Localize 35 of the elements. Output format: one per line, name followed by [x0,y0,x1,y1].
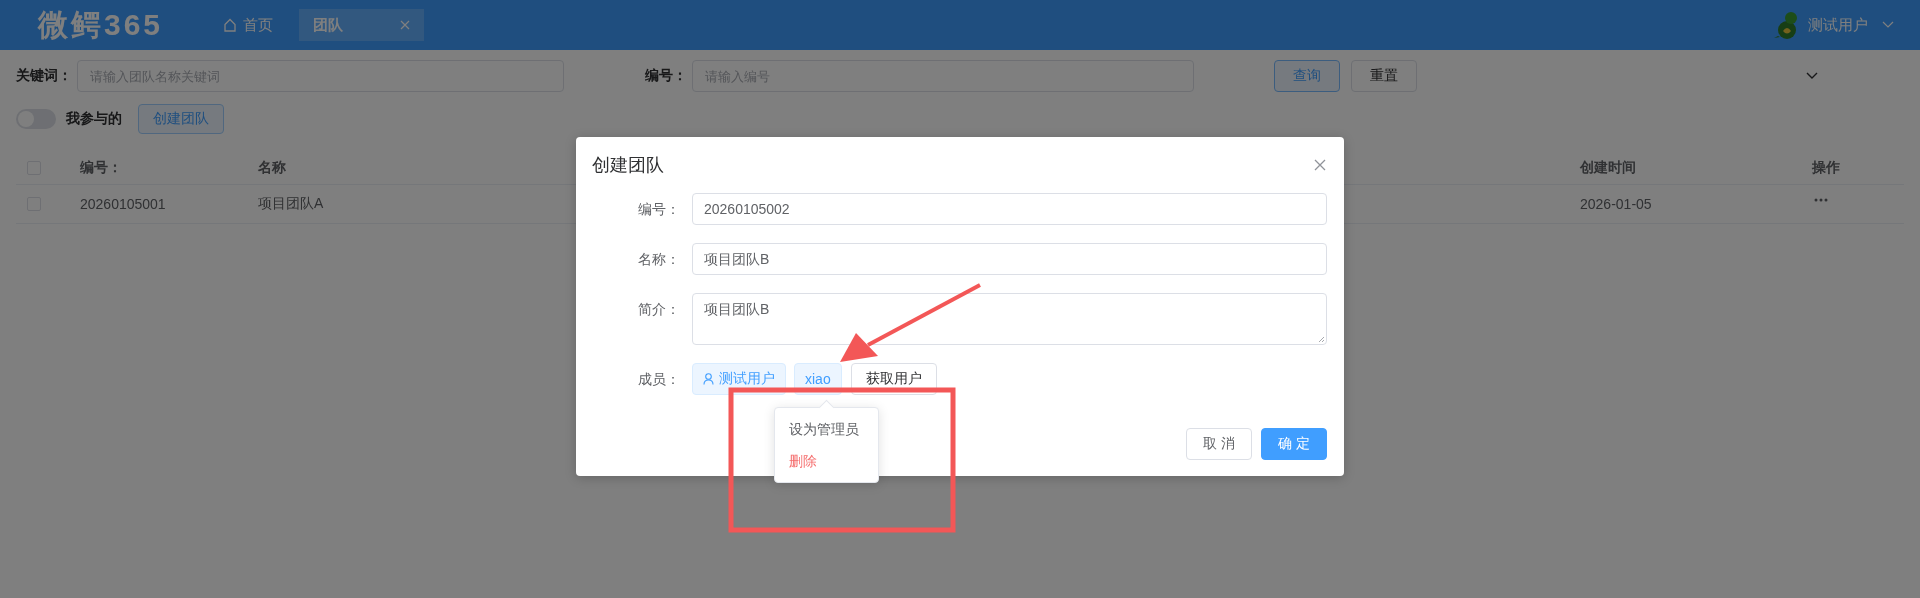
switch-label: 我参与的 [66,110,122,128]
confirm-button[interactable]: 确 定 [1261,428,1327,460]
textarea-field[interactable]: 项目团队B [692,293,1327,345]
input-field[interactable]: 20260105002 [692,193,1327,225]
column-header: 名称 [258,159,286,177]
home-icon [223,18,238,32]
input-field[interactable]: 项目团队B [692,243,1327,275]
resize-grip-icon[interactable] [1318,336,1325,343]
close-icon[interactable] [1314,159,1326,171]
menu-item[interactable]: 设为管理员 [775,413,878,445]
nav-tab[interactable]: 首页 [209,9,288,41]
reset-button[interactable]: 重置 [1351,60,1417,92]
column-header: 创建时间 [1580,159,1636,177]
chevron-down-icon[interactable] [1806,72,1818,80]
field-label: 成员： [637,370,681,389]
member-tag[interactable]: 测试用户 [692,363,786,395]
dialog-title: 创建团队 [592,154,664,177]
app-logo: 微鳄365 [38,6,164,43]
field-label: 编号： [637,200,681,219]
table-cell: 项目团队A [258,195,324,213]
more-icon[interactable] [1814,198,1828,202]
field-label: 编号： [645,67,688,85]
user-icon [703,373,714,385]
cancel-button[interactable]: 取 消 [1186,428,1253,460]
search-button[interactable]: 查询 [1274,60,1340,92]
table-cell: 2026-01-05 [1580,196,1652,212]
table-cell: 20260105001 [80,196,166,212]
column-header: 编号： [80,159,122,177]
field-label: 关键词： [16,67,73,85]
field-label: 名称： [637,250,681,269]
field-label: 简介： [637,300,681,319]
create-team-button[interactable]: 创建团队 [138,104,224,134]
column-header: 操作 [1812,159,1840,177]
menu-item[interactable]: 删除 [775,445,878,477]
user-name[interactable]: 测试用户 [1808,15,1868,35]
